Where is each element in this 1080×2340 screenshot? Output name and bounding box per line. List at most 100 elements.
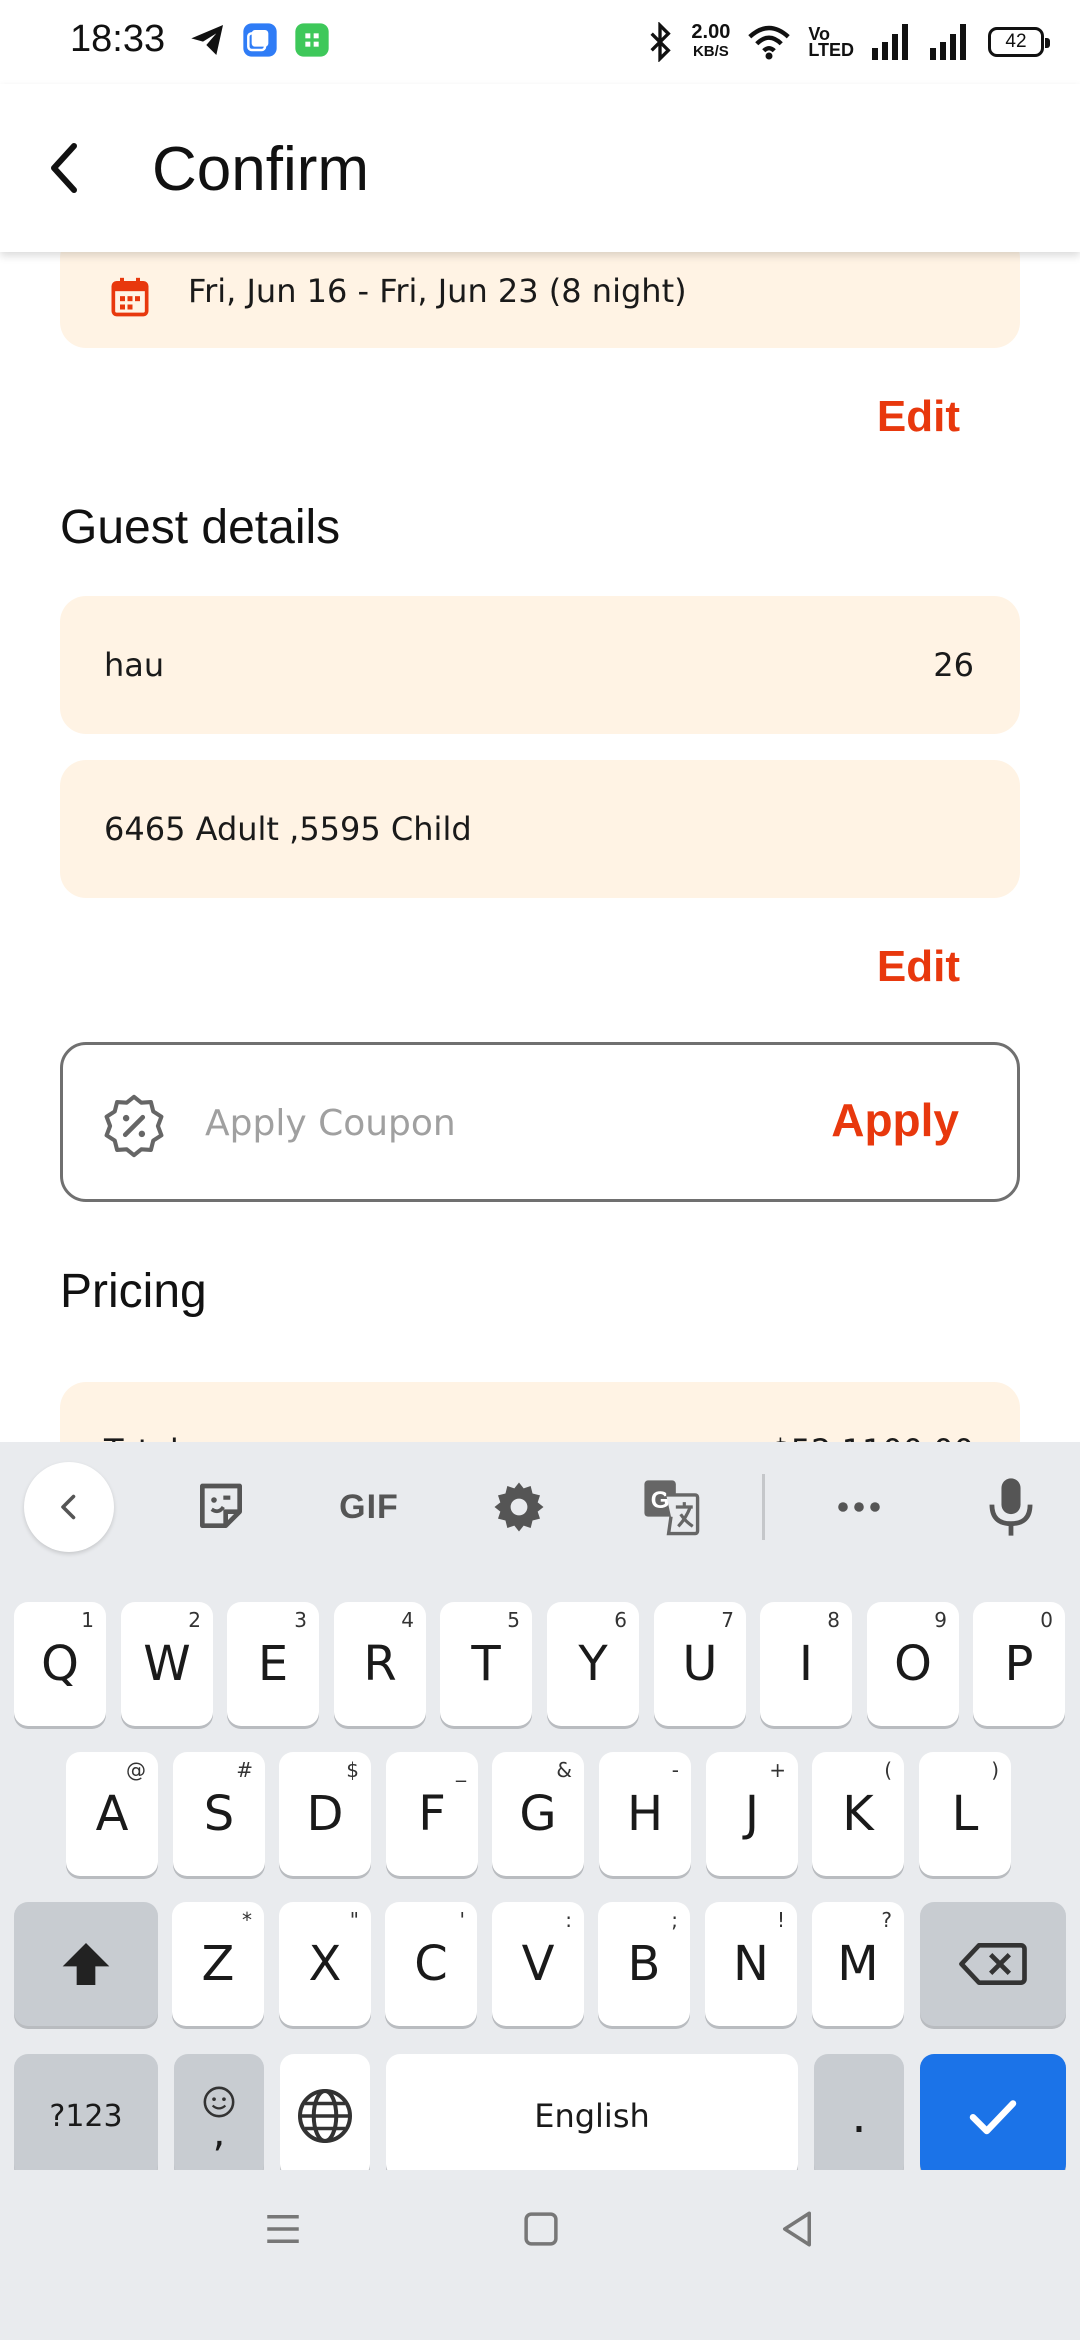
app-icon [243, 23, 277, 57]
enter-key[interactable] [920, 2054, 1066, 2178]
guest-age: 26 [933, 646, 974, 684]
gif-label: GIF [339, 1487, 399, 1526]
key-label: Y [578, 1636, 608, 1692]
voice-input-button[interactable] [976, 1472, 1046, 1542]
key-label: I [798, 1636, 814, 1692]
key-label: C [414, 1936, 448, 1992]
pricing-total-amount: $52,1100.00 [770, 1432, 974, 1442]
key-d[interactable]: D $ [279, 1752, 371, 1876]
key-label: B [627, 1936, 661, 1992]
key-hint: ' [459, 1908, 466, 1932]
guest-card: hau 26 [60, 596, 1020, 734]
apply-coupon-button[interactable]: Apply [831, 1093, 959, 1147]
guest-count-card: 6465 Adult ,5595 Child [60, 760, 1020, 898]
key-w[interactable]: W2 [121, 1602, 213, 1726]
key-z[interactable]: Z * [172, 1902, 264, 2026]
battery-indicator: 42 [988, 27, 1050, 57]
key-k[interactable]: K( [812, 1752, 904, 1876]
key-hint: : [565, 1908, 572, 1932]
settings-button[interactable] [484, 1472, 554, 1542]
key-t[interactable]: T5 [440, 1602, 532, 1726]
key-hint: $ [346, 1758, 359, 1782]
signal-icon [930, 24, 966, 60]
more-button[interactable] [824, 1472, 894, 1542]
key-p[interactable]: P0 [973, 1602, 1065, 1726]
key-hint: _ [456, 1758, 466, 1782]
key-label: K [842, 1786, 874, 1842]
key-m[interactable]: M? [812, 1902, 904, 2026]
volte-indicator: Vo LTED [808, 25, 854, 60]
key-hint: & [556, 1758, 572, 1782]
key-g[interactable]: G & [492, 1752, 584, 1876]
key-label: N [733, 1936, 769, 1992]
key-o[interactable]: O9 [867, 1602, 959, 1726]
comma-label: , [212, 2110, 226, 2156]
key-hint: 9 [934, 1608, 947, 1632]
home-icon[interactable] [520, 2208, 562, 2250]
edit-dates-link[interactable]: Edit [877, 392, 960, 442]
key-label: T [471, 1636, 501, 1692]
key-f[interactable]: F _ [386, 1752, 478, 1876]
key-hint: @ [126, 1758, 146, 1782]
backspace-key[interactable] [920, 1902, 1066, 2026]
signal-icon [872, 24, 908, 60]
key-l[interactable]: L) [919, 1752, 1011, 1876]
symbols-key-label: ?123 [49, 2098, 123, 2134]
chevron-left-icon [51, 143, 77, 193]
shift-key[interactable] [14, 1902, 158, 2026]
translate-button[interactable]: G [636, 1472, 706, 1542]
key-j[interactable]: J + [706, 1752, 798, 1876]
gif-button[interactable]: GIF [324, 1472, 414, 1542]
backspace-icon [959, 1943, 1027, 1985]
app-header: Confirm [0, 84, 1080, 252]
back-button[interactable] [30, 128, 110, 208]
key-c[interactable]: C ' [385, 1902, 477, 2026]
space-key[interactable]: English [386, 2054, 798, 2178]
toolbar-divider [762, 1474, 765, 1540]
guest-count-text: 6465 Adult ,5595 Child [104, 810, 472, 848]
key-b[interactable]: B; [598, 1902, 690, 2026]
collapse-toolbar-button[interactable] [24, 1462, 114, 1552]
period-key[interactable]: . [814, 2054, 904, 2178]
key-label: D [306, 1786, 344, 1842]
coupon-input[interactable] [205, 1091, 725, 1155]
language-key[interactable] [280, 2054, 370, 2178]
confirm-content[interactable]: Fri, Jun 16 - Fri, Jun 23 (8 night) Edit… [0, 252, 1080, 1442]
key-hint: ? [881, 1908, 892, 1932]
key-hint: ! [776, 1908, 785, 1932]
key-hint: ; [671, 1908, 678, 1932]
key-e[interactable]: E3 [227, 1602, 319, 1726]
symbols-key[interactable]: ?123 [14, 2054, 158, 2178]
key-label: J [744, 1786, 760, 1842]
checkmark-icon [969, 2100, 1017, 2135]
edit-guests-link[interactable]: Edit [877, 942, 960, 992]
key-x[interactable]: X " [279, 1902, 371, 2026]
status-right: 2.00 KB/S Vo LTED 42 [647, 18, 1050, 66]
key-label: E [257, 1636, 289, 1692]
key-hint: 4 [401, 1608, 414, 1632]
emoji-comma-key[interactable]: , [174, 2054, 264, 2178]
bluetooth-icon [650, 22, 672, 62]
key-h[interactable]: H- [599, 1752, 691, 1876]
key-r[interactable]: R4 [334, 1602, 426, 1726]
key-u[interactable]: U7 [654, 1602, 746, 1726]
back-triangle-icon[interactable] [776, 2208, 818, 2250]
key-hint: ) [991, 1758, 999, 1782]
guest-details-title: Guest details [60, 501, 341, 554]
key-hint: 1 [81, 1608, 94, 1632]
key-y[interactable]: Y6 [547, 1602, 639, 1726]
space-key-label: English [534, 2097, 650, 2135]
page-title: Confirm [152, 135, 370, 204]
status-bar: 18:33 2.00 KB/S Vo LTED 42 [0, 0, 1080, 84]
volte-bottom: LTED [808, 40, 854, 60]
sticker-button[interactable] [186, 1472, 256, 1542]
key-s[interactable]: S # [173, 1752, 265, 1876]
date-range-text: Fri, Jun 16 - Fri, Jun 23 (8 night) [188, 272, 687, 310]
key-n[interactable]: N! [705, 1902, 797, 2026]
key-i[interactable]: I8 [760, 1602, 852, 1726]
wifi-icon [748, 25, 791, 60]
menu-icon[interactable] [262, 2208, 304, 2250]
key-a[interactable]: A @ [66, 1752, 158, 1876]
key-v[interactable]: V: [492, 1902, 584, 2026]
key-q[interactable]: Q1 [14, 1602, 106, 1726]
